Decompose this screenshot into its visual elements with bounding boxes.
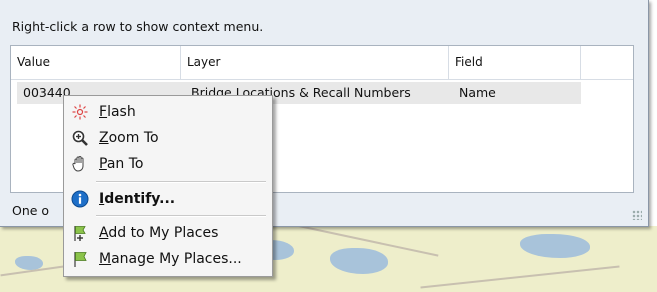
column-header-layer[interactable]: Layer: [181, 46, 449, 79]
menu-accelerator: A: [99, 225, 109, 241]
menu-item-manage-my-places[interactable]: Manage My Places...: [64, 246, 272, 272]
status-text: One o: [12, 203, 50, 218]
menu-accelerator: Z: [99, 130, 109, 146]
menu-item-flash[interactable]: Flash: [64, 99, 272, 125]
menu-item-pan-to[interactable]: Pan To: [64, 151, 272, 177]
zoom-in-icon: [71, 129, 89, 147]
table-header: Value Layer Field: [11, 46, 633, 80]
menu-accelerator: F: [99, 104, 108, 120]
flag-icon: [71, 250, 89, 268]
cell-field: Name: [459, 85, 496, 100]
menu-separator: [96, 181, 266, 183]
flag-add-icon: [71, 224, 89, 242]
menu-item-zoom-to[interactable]: Zoom To: [64, 125, 272, 151]
menu-item-label: oom To: [108, 130, 159, 146]
menu-item-add-to-my-places[interactable]: Add to My Places: [64, 220, 272, 246]
menu-accelerator: P: [99, 156, 107, 172]
column-header-field[interactable]: Field: [449, 46, 581, 79]
menu-separator: [96, 215, 266, 217]
context-menu: Flash Zoom To Pan To Identify... Add to …: [63, 95, 273, 277]
map-lake: [330, 248, 388, 274]
flash-icon: [71, 103, 89, 121]
menu-item-label: lash: [107, 104, 136, 120]
menu-item-label: anage My Places...: [111, 251, 242, 267]
info-icon: [71, 190, 89, 208]
menu-item-identify[interactable]: Identify...: [64, 186, 272, 212]
map-road: [420, 265, 620, 289]
resize-grip[interactable]: [632, 210, 642, 220]
menu-accelerator: M: [99, 251, 112, 267]
menu-item-label: dentify...: [104, 191, 176, 207]
menu-item-label: dd to My Places: [108, 225, 219, 241]
hand-pan-icon: [71, 155, 89, 173]
menu-item-label: an To: [106, 156, 144, 172]
map-lake: [520, 234, 590, 258]
column-header-value[interactable]: Value: [11, 46, 181, 79]
instruction-text: Right-click a row to show context menu.: [12, 19, 264, 34]
